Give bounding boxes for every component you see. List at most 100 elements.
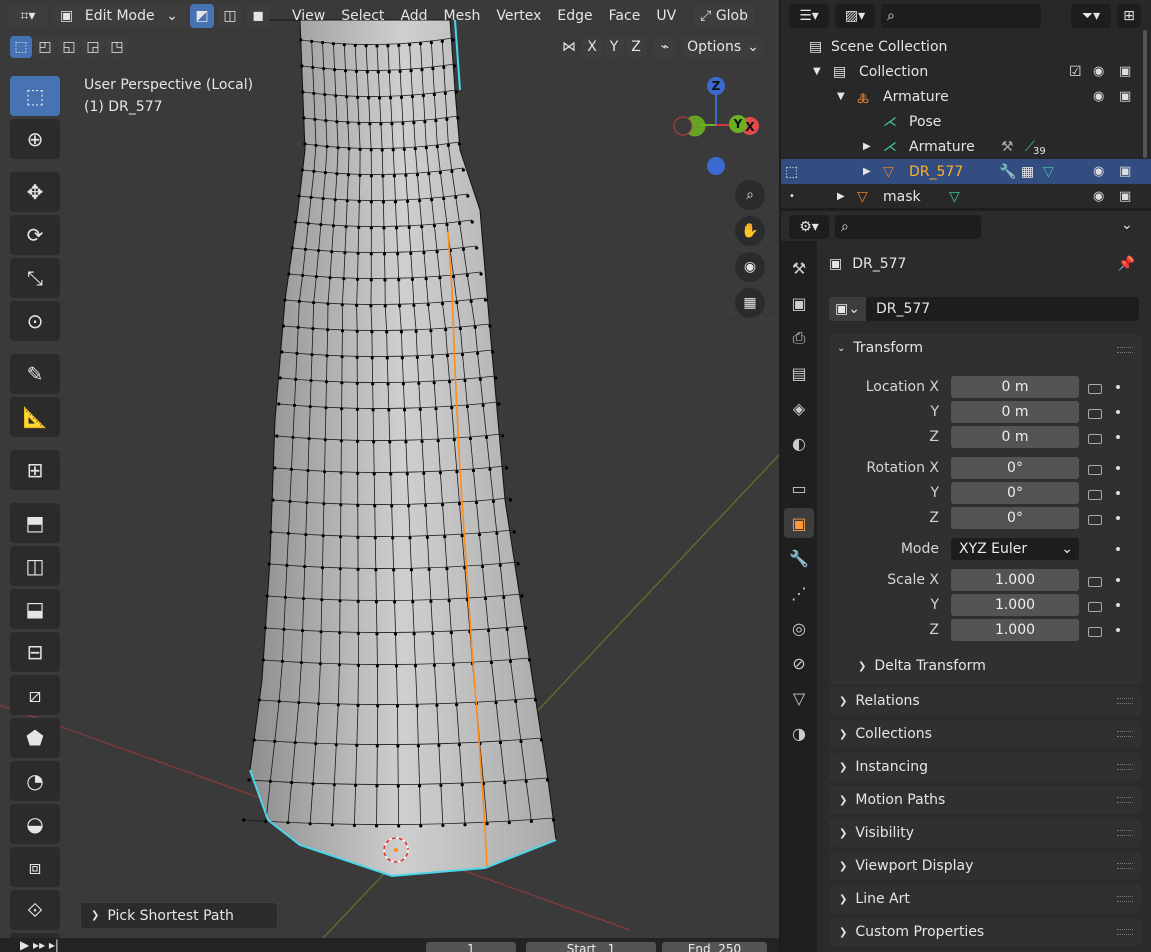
mirror-y-toggle[interactable]: Y (604, 36, 624, 58)
drag-handle-icon[interactable] (1117, 929, 1133, 935)
transform-header[interactable]: ⌄ Transform (837, 340, 923, 356)
gizmo-z-label[interactable]: Z (712, 79, 721, 93)
loop-cut-tool[interactable]: ⊟ (10, 632, 60, 672)
lock-icon[interactable] (1088, 627, 1102, 637)
transform-tool[interactable]: ⊙ (10, 301, 60, 341)
tab-view-layer[interactable]: ▤ (784, 358, 814, 388)
eye-icon[interactable]: ◉ (1093, 64, 1104, 79)
drag-handle-icon[interactable] (1117, 764, 1133, 770)
last-operator-panel[interactable]: ❯ Pick Shortest Path (80, 902, 278, 929)
orientation-dropdown[interactable]: ⤢ Glob (694, 4, 755, 28)
transform-value-field[interactable]: 1.000 (951, 569, 1079, 591)
annotate-tool[interactable]: ✎ (10, 354, 60, 394)
drag-handle-icon[interactable] (1117, 896, 1133, 902)
menu-view[interactable]: View (284, 4, 333, 28)
panel-visibility[interactable]: ❯ Visibility (829, 819, 1141, 847)
mirror-z-toggle[interactable]: Z (626, 36, 646, 58)
bevel-tool[interactable]: ⬓ (10, 589, 60, 629)
chevron-down-icon[interactable]: ▼ (837, 91, 857, 102)
chevron-down-icon[interactable]: ▼ (813, 66, 833, 77)
keyframe-dot-icon[interactable] (1116, 628, 1120, 632)
mode-dropdown[interactable]: ▣ Edit Mode ⌄ (52, 4, 186, 28)
extrude-tool[interactable]: ⬒ (10, 503, 60, 543)
measure-tool[interactable]: 📐 (10, 397, 60, 437)
spin-tool[interactable]: ◔ (10, 761, 60, 801)
tab-material[interactable]: ◑ (784, 718, 814, 748)
chevron-right-icon[interactable]: ▶ (863, 166, 883, 177)
panel-motion-paths[interactable]: ❯ Motion Paths (829, 786, 1141, 814)
outliner-scrollbar[interactable] (1143, 30, 1147, 158)
lock-icon[interactable] (1088, 409, 1102, 419)
rotation-mode-dropdown[interactable]: XYZ Euler ⌄ (951, 538, 1079, 560)
transform-value-field[interactable]: 0 m (951, 376, 1079, 398)
select-intersect-button[interactable]: ◳ (106, 36, 128, 58)
transform-value-field[interactable]: 0° (951, 457, 1079, 479)
knife-tool[interactable]: ⧄ (10, 675, 60, 715)
datablock-name-field[interactable]: DR_577 (876, 301, 930, 317)
move-tool[interactable]: ✥ (10, 172, 60, 212)
lock-icon[interactable] (1088, 465, 1102, 475)
select-box-tool[interactable]: ⬚ (10, 76, 60, 116)
cursor-tool[interactable]: ⊕ (10, 119, 60, 159)
select-subtract-button[interactable]: ◱ (58, 36, 80, 58)
add-cube-tool[interactable]: ⊞ (10, 450, 60, 490)
keyframe-dot-icon[interactable] (1116, 385, 1120, 389)
chevron-down-icon[interactable]: ⌄ (1121, 217, 1133, 233)
lock-icon[interactable] (1088, 434, 1102, 444)
drag-handle-icon[interactable] (1117, 731, 1133, 737)
outliner-row-mask[interactable]: ▶ ▽ mask • ▽ ◉ ▣ (781, 184, 1151, 209)
new-collection-button[interactable]: ⊞ (1117, 4, 1141, 28)
transform-value-field[interactable]: 0 m (951, 426, 1079, 448)
outliner-display-mode[interactable]: ☰▾ (789, 4, 829, 28)
panel-line-art[interactable]: ❯ Line Art (829, 885, 1141, 913)
mirror-x-toggle[interactable]: X (582, 36, 602, 58)
tab-data[interactable]: ▽ (784, 683, 814, 713)
zoom-button[interactable]: ⌕ (735, 180, 765, 210)
panel-instancing[interactable]: ❯ Instancing (829, 753, 1141, 781)
menu-face[interactable]: Face (601, 4, 649, 28)
edit-mode-icon[interactable]: ⬚ (785, 164, 798, 180)
keyframe-dot-icon[interactable] (1116, 516, 1120, 520)
properties-editor-type[interactable]: ⚙▾ (789, 215, 829, 239)
tab-particles[interactable]: ⋰ (784, 578, 814, 608)
lock-icon[interactable] (1088, 515, 1102, 525)
keyframe-dot-icon[interactable] (1116, 578, 1120, 582)
lock-icon[interactable] (1088, 490, 1102, 500)
tab-physics[interactable]: ◎ (784, 613, 814, 643)
drag-handle-icon[interactable] (1117, 698, 1133, 704)
edge-select-button[interactable]: ◫ (218, 4, 242, 28)
poly-build-tool[interactable]: ⬟ (10, 718, 60, 758)
outliner-row-armature[interactable]: ▼ 🜏 Armature ◉ ▣ (781, 84, 1151, 109)
eye-icon[interactable]: ◉ (1093, 164, 1104, 179)
tab-object[interactable]: ▣ (784, 508, 814, 538)
delta-transform-header[interactable]: ❯ Delta Transform (858, 658, 986, 674)
outliner-search-input[interactable]: ⌕ (881, 4, 1041, 28)
keyframe-dot-icon[interactable] (1116, 466, 1120, 470)
select-extend-button[interactable]: ◰ (34, 36, 56, 58)
panel-collections[interactable]: ❯ Collections (829, 720, 1141, 748)
tab-constraints[interactable]: ⊘ (784, 648, 814, 678)
drag-handle-icon[interactable] (1117, 830, 1133, 836)
panel-relations[interactable]: ❯ Relations (829, 687, 1141, 715)
viewport-scene[interactable]: Z XY (0, 0, 779, 952)
transform-value-field[interactable]: 0° (951, 482, 1079, 504)
outliner-row-dr-577[interactable]: ▶ ▽ DR_577 ⬚ 🔧 ▦ ▽ ◉ ▣ (781, 159, 1151, 184)
inset-tool[interactable]: ◫ (10, 546, 60, 586)
outliner-row-armature[interactable]: ▶ ⋌ Armature ⚒ ⟋ 39 (781, 134, 1151, 159)
camera-icon[interactable]: ▣ (1119, 89, 1131, 104)
tab-output[interactable]: ⎙ (784, 323, 814, 353)
edge-slide-tool[interactable]: ⧈ (10, 847, 60, 887)
transform-value-field[interactable]: 1.000 (951, 594, 1079, 616)
perspective-toggle[interactable]: ▦ (735, 288, 765, 318)
lock-icon[interactable] (1088, 384, 1102, 394)
tab-world[interactable]: ◐ (784, 428, 814, 458)
select-new-button[interactable]: ⬚ (10, 36, 32, 58)
drag-handle-icon[interactable] (1117, 797, 1133, 803)
end-frame-field[interactable]: End 250 (662, 942, 767, 952)
camera-view-button[interactable]: ◉ (735, 252, 765, 282)
editor-type-button[interactable]: ⌗▾ (8, 4, 48, 28)
vertex-select-button[interactable]: ◩ (190, 4, 214, 28)
scale-tool[interactable]: ⤡ (10, 258, 60, 298)
eye-icon[interactable]: ◉ (1093, 189, 1104, 204)
rotate-tool[interactable]: ⟳ (10, 215, 60, 255)
